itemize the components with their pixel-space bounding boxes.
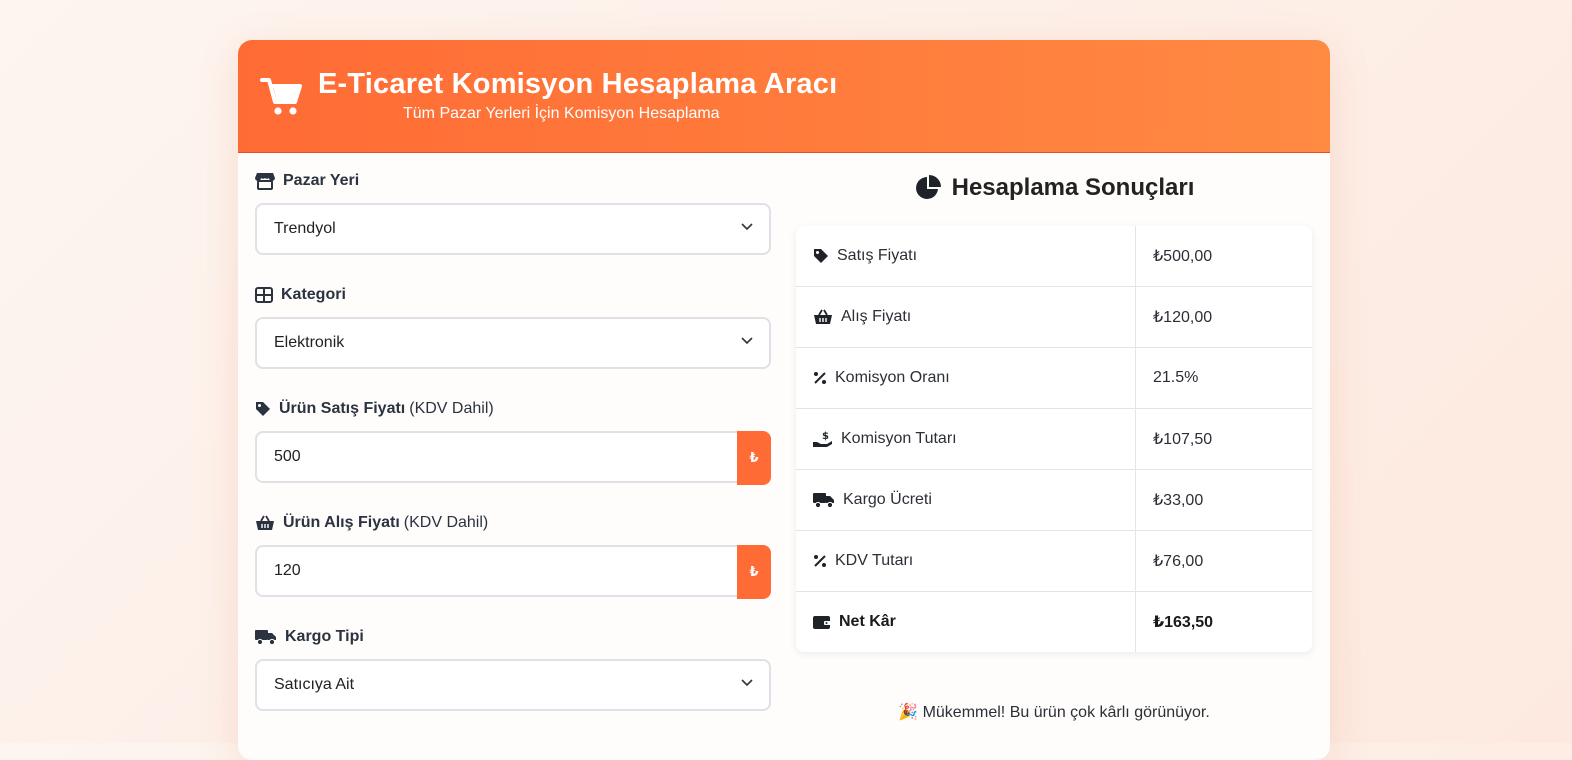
app-header: E-Ticaret Komisyon Hesaplama Aracı Tüm P… (238, 40, 1330, 153)
chevron-down-icon (741, 337, 753, 345)
marketplace-value: Trendyol (274, 220, 336, 237)
truck-icon (813, 493, 834, 508)
party-popper-icon: 🎉 (898, 704, 919, 721)
row-value: 21.5% (1153, 369, 1199, 386)
chevron-down-icon (741, 223, 753, 231)
category-label: Kategori (281, 286, 346, 303)
row-label: Komisyon Tutarı (841, 430, 957, 447)
sale-price-label: Ürün Satış Fiyatı (279, 400, 406, 417)
shopping-cart-icon (260, 78, 302, 115)
row-value: ₺107,50 (1153, 431, 1213, 448)
row-label: Komisyon Oranı (835, 369, 950, 386)
shipping-field: Kargo Tipi Satıcıya Ait (255, 624, 771, 738)
row-value: ₺120,00 (1153, 309, 1213, 326)
row-label: Alış Fiyatı (841, 308, 912, 325)
percent-icon (814, 555, 826, 567)
input-form: Pazar Yeri Trendyol Kategori Elektronik (255, 168, 771, 738)
basket-icon (814, 309, 832, 324)
row-label: Kargo Ücreti (843, 491, 932, 508)
page-title: E-Ticaret Komisyon Hesaplama Aracı (318, 68, 838, 100)
sale-price-field: Ürün Satış Fiyatı (KDV Dahil) 500 ₺ (255, 396, 771, 510)
table-row: Komisyon Oranı 21.5% (796, 347, 1312, 408)
profit-message: 🎉 Mükemmel! Bu ürün çok kârlı görünüyor. (796, 702, 1312, 722)
profit-message-text: Mükemmel! Bu ürün çok kârlı görünüyor. (922, 704, 1210, 721)
table-row: Alış Fiyatı ₺120,00 (796, 286, 1312, 347)
purchase-price-label-suffix: (KDV Dahil) (403, 514, 489, 531)
chevron-down-icon (741, 679, 753, 687)
table-row: Kargo Ücreti ₺33,00 (796, 469, 1312, 530)
purchase-price-label: Ürün Alış Fiyatı (283, 514, 400, 531)
svg-text:$: $ (822, 431, 829, 442)
purchase-price-field: Ürün Alış Fiyatı (KDV Dahil) 120 ₺ (255, 510, 771, 624)
category-select[interactable]: Elektronik (255, 317, 771, 369)
table-row: Satış Fiyatı ₺500,00 (796, 226, 1312, 286)
grid-icon (255, 287, 273, 303)
results-panel: Hesaplama Sonuçları Satış Fiyatı ₺500,00… (796, 168, 1312, 721)
pie-chart-icon (915, 175, 941, 199)
purchase-price-input[interactable]: 120 (255, 545, 739, 597)
basket-icon (256, 515, 274, 530)
currency-addon: ₺ (737, 545, 771, 599)
store-icon (255, 173, 275, 190)
sale-price-label-suffix: (KDV Dahil) (409, 400, 494, 417)
row-label: KDV Tutarı (835, 552, 914, 569)
marketplace-select[interactable]: Trendyol (255, 203, 771, 255)
currency-addon: ₺ (737, 431, 771, 485)
row-label: Net Kâr (839, 613, 896, 630)
shipping-label: Kargo Tipi (285, 628, 364, 645)
row-value: ₺33,00 (1153, 492, 1204, 509)
marketplace-field: Pazar Yeri Trendyol (255, 168, 771, 282)
hand-holding-dollar-icon: $ (813, 431, 832, 447)
sale-price-input[interactable]: 500 (255, 431, 739, 483)
table-row: $ Komisyon Tutarı ₺107,50 (796, 408, 1312, 469)
tag-icon (256, 402, 270, 416)
calculator-card: E-Ticaret Komisyon Hesaplama Aracı Tüm P… (238, 40, 1330, 760)
shipping-value: Satıcıya Ait (274, 676, 355, 693)
purchase-price-value: 120 (274, 562, 301, 579)
row-value: ₺76,00 (1153, 553, 1204, 570)
category-value: Elektronik (274, 334, 345, 351)
wallet-icon (813, 616, 831, 629)
category-field: Kategori Elektronik (255, 282, 771, 396)
percent-icon (814, 372, 826, 384)
tag-icon (814, 249, 828, 263)
results-title: Hesaplama Sonuçları (951, 174, 1195, 201)
results-heading: Hesaplama Sonuçları (796, 168, 1312, 208)
results-table: Satış Fiyatı ₺500,00 Alış Fiyatı ₺120,00… (796, 226, 1312, 652)
row-value: ₺500,00 (1153, 248, 1213, 265)
row-value: ₺163,50 (1153, 614, 1214, 631)
sale-price-value: 500 (274, 448, 301, 465)
shipping-select[interactable]: Satıcıya Ait (255, 659, 771, 711)
marketplace-label: Pazar Yeri (283, 172, 360, 189)
page-subtitle: Tüm Pazar Yerleri İçin Komisyon Hesaplam… (403, 105, 720, 122)
table-row: KDV Tutarı ₺76,00 (796, 530, 1312, 591)
truck-icon (255, 630, 276, 645)
row-label: Satış Fiyatı (837, 247, 918, 264)
table-row-total: Net Kâr ₺163,50 (796, 591, 1312, 652)
